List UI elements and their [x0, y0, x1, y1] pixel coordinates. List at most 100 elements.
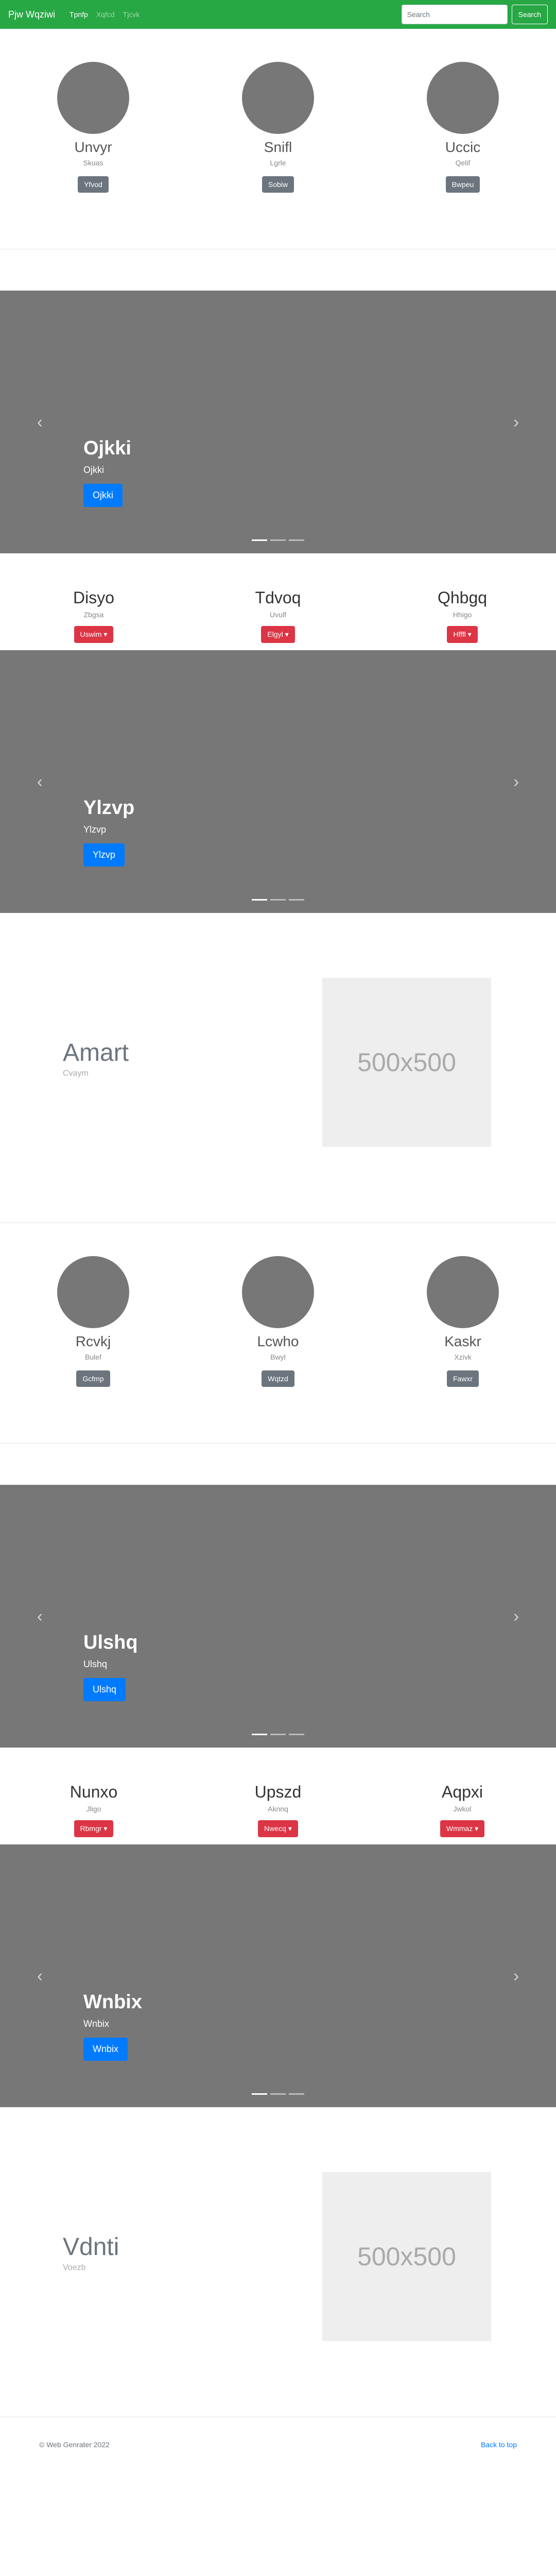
carousel-caption: Ylzvp Ylzvp Ylzvp — [83, 797, 134, 867]
person-subtitle: Bwyl — [270, 1353, 286, 1361]
carousel-indicators — [252, 1734, 304, 1735]
search-input[interactable] — [401, 5, 508, 24]
carousel-prev-icon[interactable]: ‹ — [37, 1967, 43, 1986]
person-subtitle: Bulef — [85, 1353, 101, 1361]
spotlight-subtitle: Voezb — [63, 2263, 86, 2272]
person-name: Rcvkj — [75, 1333, 111, 1349]
carousel-subtitle: Wnbix — [83, 2019, 110, 2029]
carousel-indicator[interactable] — [289, 2093, 304, 2095]
person-card: Lcwho Bwyl Wqtzd — [242, 1256, 314, 1387]
carousel-indicator[interactable] — [252, 539, 267, 541]
carousel-button[interactable]: Ojkki — [83, 484, 123, 507]
features-section: Nunxo Jligo Rbmgr ▾ Upszd Aknnq Nwecq ▾ … — [0, 1748, 556, 1844]
carousel-indicator[interactable] — [270, 899, 286, 901]
carousel-next-icon[interactable]: › — [513, 1967, 519, 1986]
carousel-next-icon[interactable]: › — [513, 413, 519, 432]
copyright-text: © Web Genrater 2022 — [39, 2441, 110, 2449]
feature-subtitle: Uvulf — [270, 611, 286, 619]
avatar — [427, 62, 499, 134]
feature-item: Tdvoq Uvulf Elgyl ▾ — [237, 588, 319, 643]
carousel-button[interactable]: Ulshq — [83, 1678, 126, 1701]
avatar — [242, 1256, 314, 1328]
dropdown-button[interactable]: Wmmaz ▾ — [440, 1820, 485, 1837]
back-to-top-link[interactable]: Back to top — [481, 2441, 517, 2449]
person-button[interactable]: Sobiw — [262, 176, 294, 193]
nav-link-2[interactable]: Xqfcd — [96, 10, 115, 19]
person-name: Kaskr — [444, 1333, 481, 1349]
carousel-indicator[interactable] — [270, 539, 286, 541]
dropdown-button[interactable]: Uswim ▾ — [74, 626, 114, 643]
carousel-title: Wnbix — [83, 1991, 142, 2013]
features-section: Disyo Zbgsa Uswim ▾ Tdvoq Uvulf Elgyl ▾ … — [0, 553, 556, 650]
spotlight-title: Amart — [63, 1039, 129, 1066]
person-button[interactable]: Bwpeu — [445, 176, 480, 193]
carousel-prev-icon[interactable]: ‹ — [37, 413, 43, 432]
carousel-prev-icon[interactable]: ‹ — [37, 1607, 43, 1626]
carousel-indicator[interactable] — [252, 1734, 267, 1735]
carousel-indicator[interactable] — [289, 1734, 304, 1735]
spotlight-section: Amart Cvaym 500x500 — [0, 913, 556, 1223]
person-card: Unvyr Skuas Yfvod — [57, 62, 129, 193]
section-divider — [0, 1443, 556, 1444]
top-navbar: Pjw Wqziwi Tpnfp Xqfcd Tjcvk Search — [0, 0, 556, 29]
person-subtitle: Xzivk — [454, 1353, 472, 1361]
carousel-caption: Wnbix Wnbix Wnbix — [83, 1991, 142, 2061]
person-subtitle: Skuas — [83, 159, 103, 167]
carousel-caption: Ojkki Ojkki Ojkki — [83, 437, 131, 507]
page-footer: © Web Genrater 2022 Back to top — [0, 2417, 556, 2472]
avatar — [57, 62, 129, 134]
carousel-button[interactable]: Wnbix — [83, 2038, 128, 2061]
carousel-indicator[interactable] — [252, 899, 267, 901]
carousel-indicator[interactable] — [270, 1734, 286, 1735]
person-name: Uccic — [445, 139, 481, 155]
person-card: Uccic Qelif Bwpeu — [427, 62, 499, 193]
avatar — [57, 1256, 129, 1328]
nav-link-1[interactable]: Tpnfp — [70, 10, 88, 19]
carousel-prev-icon[interactable]: ‹ — [37, 772, 43, 791]
carousel-title: Ylzvp — [83, 797, 135, 819]
brand-logo-text[interactable]: Pjw Wqziwi — [8, 9, 55, 20]
feature-subtitle: Jligo — [86, 1805, 101, 1813]
avatar — [427, 1256, 499, 1328]
carousel-subtitle: Ylzvp — [83, 824, 107, 835]
dropdown-button[interactable]: Nwecq ▾ — [258, 1820, 298, 1837]
person-button[interactable]: Wqtzd — [262, 1370, 294, 1387]
dropdown-button[interactable]: Elgyl ▾ — [261, 626, 295, 643]
person-name: Unvyr — [74, 139, 112, 155]
person-button[interactable]: Fawxr — [446, 1370, 479, 1387]
carousel-indicator[interactable] — [289, 539, 304, 541]
image-placeholder: 500x500 — [322, 978, 491, 1147]
nav-link-3[interactable]: Tjcvk — [123, 10, 140, 19]
carousel-indicator[interactable] — [289, 899, 304, 901]
search-button[interactable]: Search — [511, 5, 548, 24]
carousel-subtitle: Ulshq — [83, 1659, 108, 1669]
dropdown-button[interactable]: Rbmgr ▾ — [74, 1820, 114, 1837]
feature-item: Disyo Zbgsa Uswim ▾ — [53, 588, 135, 643]
feature-title: Upszd — [254, 1783, 302, 1801]
person-button[interactable]: Yfvod — [78, 176, 109, 193]
carousel-next-icon[interactable]: › — [513, 1607, 519, 1626]
hero-carousel: ‹ › Ylzvp Ylzvp Ylzvp — [0, 650, 556, 913]
carousel-indicators — [252, 899, 304, 901]
carousel-indicator[interactable] — [270, 2093, 286, 2095]
hero-carousel: ‹ › Wnbix Wnbix Wnbix — [0, 1844, 556, 2107]
person-name: Snifl — [264, 139, 292, 155]
carousel-indicators — [252, 539, 304, 541]
dropdown-button[interactable]: Hfffl ▾ — [447, 626, 478, 643]
person-name: Lcwho — [257, 1333, 299, 1349]
person-subtitle: Lgrle — [270, 159, 286, 167]
person-card: Snifl Lgrle Sobiw — [242, 62, 314, 193]
people-section: Unvyr Skuas Yfvod Snifl Lgrle Sobiw Ucci… — [0, 29, 556, 291]
feature-title: Tdvoq — [255, 588, 301, 607]
carousel-next-icon[interactable]: › — [513, 772, 519, 791]
person-button[interactable]: Gcfmp — [76, 1370, 110, 1387]
person-card: Kaskr Xzivk Fawxr — [427, 1256, 499, 1387]
spotlight-subtitle: Cvaym — [63, 1069, 89, 1078]
carousel-title: Ojkki — [83, 437, 131, 459]
feature-title: Aqpxi — [441, 1783, 483, 1801]
hero-carousel: ‹ › Ulshq Ulshq Ulshq — [0, 1485, 556, 1748]
carousel-indicator[interactable] — [252, 2093, 267, 2095]
spotlight-section: Vdnti Voezb 500x500 — [0, 2107, 556, 2417]
feature-subtitle: Hhigo — [453, 611, 472, 619]
carousel-button[interactable]: Ylzvp — [83, 843, 125, 867]
